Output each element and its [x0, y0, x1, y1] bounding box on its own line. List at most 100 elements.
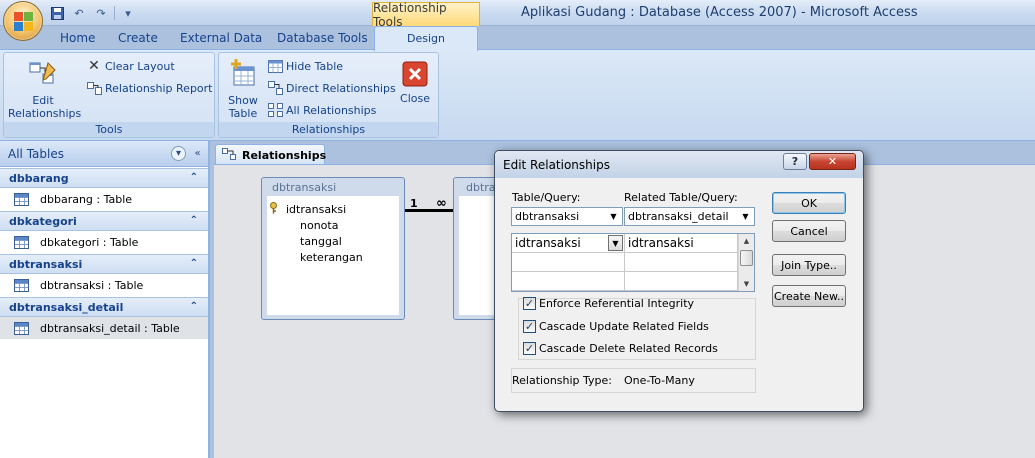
office-button[interactable]	[3, 1, 43, 41]
relationships-group: Show Table Hide Table Direct Relationshi…	[218, 52, 439, 138]
nav-header[interactable]: All Tables ▾ «	[0, 141, 208, 167]
save-icon[interactable]	[48, 5, 66, 21]
nav-group-dbbarang[interactable]: dbbarang ⌃	[0, 168, 208, 188]
grid-scrollbar[interactable]: ▲ ▼	[738, 234, 754, 291]
grid-right-value: idtransaksi	[628, 236, 694, 250]
table-query-select[interactable]: dbtransaksi ▼	[511, 207, 623, 226]
grid-right-field[interactable]: idtransaksi	[625, 234, 738, 253]
relationship-report-button[interactable]: Relationship Report	[86, 79, 213, 97]
cascade-delete-checkbox[interactable]: ✓ Cascade Delete Related Records	[523, 342, 718, 355]
enforce-integrity-label: Enforce Referential Integrity	[539, 297, 695, 310]
edit-relationships-label: Edit Relationships	[8, 94, 82, 120]
field-name: idtransaksi	[286, 202, 347, 216]
field-row[interactable]: nonota	[267, 217, 399, 233]
redo-icon[interactable]: ↷	[92, 5, 110, 21]
scrollbar-thumb[interactable]	[740, 250, 753, 266]
nav-item-label: dbtransaksi_detail : Table	[40, 321, 180, 335]
related-table-query-value: dbtransaksi_detail	[628, 210, 729, 223]
create-new-button[interactable]: Create New..	[772, 285, 846, 307]
dialog-close-icon[interactable]: ✕	[809, 153, 856, 170]
close-button[interactable]: Close	[395, 61, 435, 105]
navigation-pane: All Tables ▾ « dbbarang ⌃ dbbarang : Tab…	[0, 141, 210, 458]
nav-group-dbkategori[interactable]: dbkategori ⌃	[0, 211, 208, 231]
related-table-query-label: Related Table/Query:	[624, 191, 738, 204]
ribbon-tab-row: Home Create External Data Database Tools…	[0, 26, 1035, 51]
direct-relationships-button[interactable]: Direct Relationships	[267, 79, 396, 97]
cancel-button[interactable]: Cancel	[772, 220, 846, 242]
grid-empty-cell[interactable]	[625, 253, 738, 272]
nav-group-dbtransaksi[interactable]: dbtransaksi ⌃	[0, 254, 208, 274]
collapse-chevron-icon[interactable]: ⌃	[190, 172, 198, 183]
edit-relationships-icon	[8, 59, 78, 92]
clear-layout-icon: ✕	[88, 58, 100, 74]
nav-item-dbtransaksi-detail[interactable]: dbtransaksi_detail : Table	[0, 317, 208, 339]
nav-group-label: dbtransaksi	[9, 257, 83, 271]
nav-item-dbkategori[interactable]: dbkategori : Table	[0, 231, 208, 253]
scroll-down-icon[interactable]: ▼	[739, 277, 754, 291]
cascade-update-label: Cascade Update Related Fields	[539, 320, 709, 333]
show-table-button[interactable]: Show Table	[222, 57, 264, 120]
field-row[interactable]: tanggal	[267, 233, 399, 249]
cascade-update-checkbox[interactable]: ✓ Cascade Update Related Fields	[523, 320, 709, 333]
tab-design[interactable]: Design	[374, 26, 478, 51]
customize-icon[interactable]: ▾	[119, 5, 137, 21]
relationships-document-tab[interactable]: Relationships	[215, 144, 326, 165]
table-query-value: dbtransaksi	[515, 210, 580, 223]
dialog-body: Table/Query: Related Table/Query: dbtran…	[501, 178, 857, 406]
table-box-dbtransaksi[interactable]: dbtransaksi idtransaksi nonota tanggal k…	[261, 177, 405, 320]
tab-create[interactable]: Create	[118, 31, 158, 45]
tab-database-tools[interactable]: Database Tools	[277, 31, 368, 45]
nav-group-dbtransaksi-detail[interactable]: dbtransaksi_detail ⌃	[0, 297, 208, 317]
table-query-label: Table/Query:	[512, 191, 581, 204]
tab-home[interactable]: Home	[60, 31, 95, 45]
show-table-label: Show Table	[228, 94, 258, 120]
collapse-chevron-icon[interactable]: ⌃	[190, 258, 198, 269]
nav-item-dbbarang[interactable]: dbbarang : Table	[0, 188, 208, 210]
nav-item-dbtransaksi[interactable]: dbtransaksi : Table	[0, 274, 208, 296]
field-row[interactable]: idtransaksi	[267, 201, 399, 217]
collapse-chevron-icon[interactable]: ⌃	[190, 215, 198, 226]
field-row[interactable]: keterangan	[267, 249, 399, 265]
grid-empty-cell[interactable]	[625, 272, 738, 291]
scroll-up-icon[interactable]: ▲	[739, 234, 754, 248]
field-name: tanggal	[300, 234, 342, 248]
grid-empty-cell[interactable]	[512, 253, 625, 272]
nav-menu-dropdown-icon[interactable]: ▾	[171, 146, 186, 161]
help-icon[interactable]: ?	[783, 153, 807, 170]
ok-button[interactable]: OK	[772, 192, 846, 214]
field-name: nonota	[300, 218, 339, 232]
enforce-integrity-checkbox[interactable]: ✓ Enforce Referential Integrity	[523, 297, 694, 310]
shutter-bar-close-icon[interactable]: «	[190, 146, 205, 161]
dropdown-arrow-icon[interactable]: ▼	[608, 235, 623, 251]
related-table-query-select[interactable]: dbtransaksi_detail ▼	[624, 207, 755, 226]
cascade-delete-label: Cascade Delete Related Records	[539, 342, 718, 355]
table-box-title: dbtransaksi	[272, 181, 337, 194]
relationship-type-value: One-To-Many	[624, 374, 695, 387]
dropdown-arrow-icon[interactable]: ▼	[607, 210, 620, 223]
nav-group-label: dbbarang	[9, 171, 69, 185]
undo-icon[interactable]: ↶	[70, 5, 88, 21]
table-icon	[14, 321, 29, 335]
all-relationships-button[interactable]: All Relationships	[267, 101, 376, 119]
direct-relationships-icon	[267, 80, 283, 96]
clear-layout-label: Clear Layout	[105, 59, 175, 73]
nav-header-title: All Tables	[8, 146, 64, 161]
close-icon	[395, 61, 435, 90]
grid-left-field[interactable]: idtransaksi ▼	[512, 234, 625, 253]
nav-item-label: dbkategori : Table	[40, 235, 139, 249]
grid-empty-cell[interactable]	[512, 272, 625, 291]
close-label: Close	[400, 92, 430, 105]
clear-layout-button[interactable]: ✕ Clear Layout	[86, 57, 175, 75]
show-table-icon	[222, 57, 264, 92]
tab-external-data[interactable]: External Data	[180, 31, 262, 45]
quick-access-toolbar: ↶ ↷ ▾	[48, 4, 137, 22]
dialog-title-bar[interactable]: Edit Relationships ? ✕	[495, 151, 863, 178]
edit-relationships-dialog: Edit Relationships ? ✕ Table/Query: Rela…	[494, 150, 864, 412]
edit-relationships-button[interactable]: Edit Relationships	[8, 59, 82, 120]
collapse-chevron-icon[interactable]: ⌃	[190, 301, 198, 312]
hide-table-button[interactable]: Hide Table	[267, 57, 343, 75]
office-logo-icon	[14, 12, 34, 32]
dropdown-arrow-icon[interactable]: ▼	[739, 210, 752, 223]
nav-item-label: dbtransaksi : Table	[40, 278, 144, 292]
join-type-button[interactable]: Join Type..	[772, 254, 846, 276]
